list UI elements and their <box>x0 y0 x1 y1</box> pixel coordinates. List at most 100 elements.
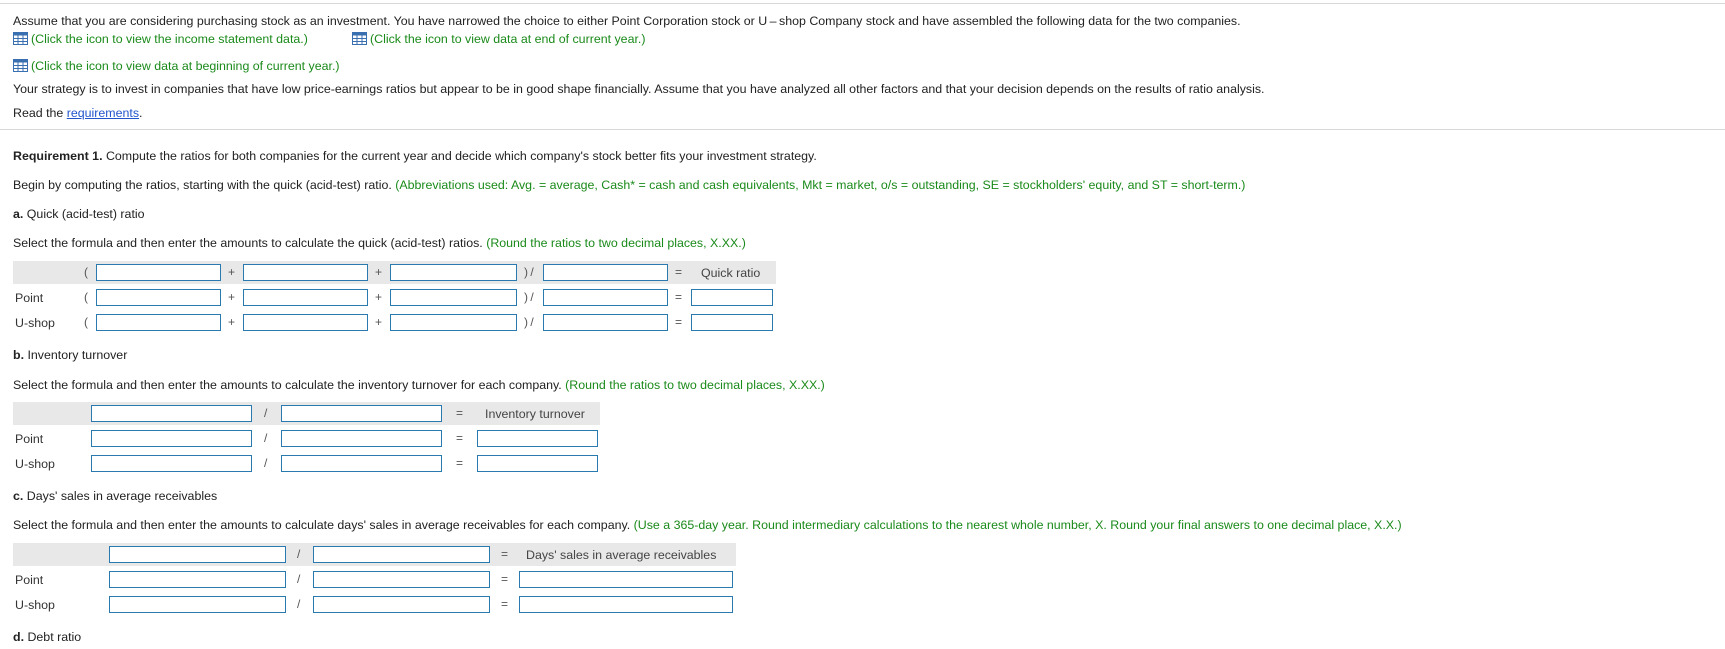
point-quick-denominator[interactable] <box>543 289 668 306</box>
ushop-days-sales-denominator[interactable] <box>313 596 490 613</box>
table-grid-icon <box>352 32 367 45</box>
requirement-1-label: Requirement 1. <box>13 149 103 163</box>
intro-text: Assume that you are considering purchasi… <box>13 14 1241 28</box>
section-b-round-note: (Round the ratios to two decimal places,… <box>565 378 825 392</box>
section-a-instruction-text: Select the formula and then enter the am… <box>13 236 483 250</box>
abbreviations-note: (Abbreviations used: Avg. = average, Cas… <box>395 178 1246 192</box>
ushop-quick-denominator[interactable] <box>543 314 668 331</box>
ushop-days-sales-numerator[interactable] <box>109 596 286 613</box>
section-a-instruction: Select the formula and then enter the am… <box>13 236 746 250</box>
divide-sign: / <box>264 456 268 470</box>
section-b-instruction: Select the formula and then enter the am… <box>13 378 825 392</box>
ushop-quick-term-2[interactable] <box>243 314 368 331</box>
equals-sign: = <box>501 572 509 586</box>
section-b-letter: b. <box>13 348 25 362</box>
ushop-days-sales-result[interactable] <box>519 596 733 613</box>
days-sales-formula-numerator[interactable] <box>109 546 286 563</box>
begin-instruction: Begin by computing the ratios, starting … <box>13 178 1245 192</box>
inventory-formula-denominator[interactable] <box>281 405 442 422</box>
begin-year-data-link[interactable]: (Click the icon to view data at beginnin… <box>13 59 340 73</box>
divide-sign: ) / <box>524 265 534 279</box>
point-days-sales-result[interactable] <box>519 571 733 588</box>
plus-sign: + <box>228 265 236 279</box>
income-statement-link-text: (Click the icon to view the income state… <box>31 32 308 46</box>
section-c-letter: c. <box>13 489 24 503</box>
quick-formula-term-2[interactable] <box>243 264 368 281</box>
point-quick-ratio-result[interactable] <box>691 289 773 306</box>
equals-sign: = <box>456 406 464 420</box>
section-a-title: Quick (acid-test) ratio <box>23 207 145 221</box>
inventory-turnover-label: Inventory turnover <box>485 407 585 421</box>
section-c-heading: c. Days' sales in average receivables <box>13 489 217 503</box>
equals-sign: = <box>675 265 683 279</box>
ushop-inventory-result[interactable] <box>477 455 598 472</box>
ushop-quick-ratio-result[interactable] <box>691 314 773 331</box>
plus-sign: + <box>375 290 383 304</box>
row-label-point: Point <box>15 432 44 446</box>
point-inventory-numerator[interactable] <box>91 430 252 447</box>
days-sales-formula-denominator[interactable] <box>313 546 490 563</box>
plus-sign: + <box>375 265 383 279</box>
strategy-text: Your strategy is to invest in companies … <box>13 82 1265 96</box>
quick-formula-term-1[interactable] <box>96 264 221 281</box>
begin-year-data-link-text: (Click the icon to view data at beginnin… <box>31 59 340 73</box>
requirement-1: Requirement 1. Compute the ratios for bo… <box>13 149 817 163</box>
equals-sign: = <box>675 315 683 329</box>
requirements-link[interactable]: requirements <box>67 106 139 120</box>
end-year-data-link-text: (Click the icon to view data at end of c… <box>370 32 646 46</box>
quick-formula-denominator[interactable] <box>543 264 668 281</box>
point-days-sales-numerator[interactable] <box>109 571 286 588</box>
section-a-round-note: (Round the ratios to two decimal places,… <box>486 236 746 250</box>
section-c-round-note: (Use a 365-day year. Round intermediary … <box>633 518 1402 532</box>
ushop-inventory-denominator[interactable] <box>281 455 442 472</box>
quick-formula-term-3[interactable] <box>390 264 517 281</box>
top-divider <box>0 3 1725 4</box>
end-year-data-link[interactable]: (Click the icon to view data at end of c… <box>352 32 645 46</box>
table-grid-icon <box>13 32 28 45</box>
section-b-instruction-text: Select the formula and then enter the am… <box>13 378 562 392</box>
read-prefix: Read the <box>13 106 67 120</box>
section-c-title: Days' sales in average receivables <box>23 489 218 503</box>
days-sales-label: Days' sales in average receivables <box>526 548 717 562</box>
point-inventory-denominator[interactable] <box>281 430 442 447</box>
quick-ratio-label: Quick ratio <box>701 266 761 280</box>
divide-sign: ) / <box>524 290 534 304</box>
divide-sign: / <box>264 406 268 420</box>
section-a-heading: a. Quick (acid-test) ratio <box>13 207 145 221</box>
point-quick-term-3[interactable] <box>390 289 517 306</box>
section-c-instruction: Select the formula and then enter the am… <box>13 518 1402 532</box>
equals-sign: = <box>456 431 464 445</box>
divide-sign: / <box>264 431 268 445</box>
equals-sign: = <box>501 547 509 561</box>
read-suffix: . <box>139 106 143 120</box>
ushop-inventory-numerator[interactable] <box>91 455 252 472</box>
point-days-sales-denominator[interactable] <box>313 571 490 588</box>
section-b-heading: b. Inventory turnover <box>13 348 127 362</box>
section-b-title: Inventory turnover <box>24 348 128 362</box>
plus-sign: + <box>375 315 383 329</box>
point-quick-term-1[interactable] <box>96 289 221 306</box>
open-paren: ( <box>84 315 88 329</box>
section-divider <box>0 129 1725 130</box>
section-a-letter: a. <box>13 207 24 221</box>
begin-text: Begin by computing the ratios, starting … <box>13 178 392 192</box>
ushop-quick-term-3[interactable] <box>390 314 517 331</box>
read-requirements: Read the requirements. <box>13 106 143 120</box>
row-label-point: Point <box>15 291 44 305</box>
income-statement-link[interactable]: (Click the icon to view the income state… <box>13 32 308 46</box>
section-c-instruction-text: Select the formula and then enter the am… <box>13 518 631 532</box>
inventory-formula-numerator[interactable] <box>91 405 252 422</box>
row-label-ushop: U-shop <box>15 457 55 471</box>
open-paren: ( <box>84 265 88 279</box>
equals-sign: = <box>456 456 464 470</box>
point-quick-term-2[interactable] <box>243 289 368 306</box>
table-grid-icon <box>13 59 28 72</box>
divide-sign: / <box>297 597 301 611</box>
point-inventory-result[interactable] <box>477 430 598 447</box>
row-label-point: Point <box>15 573 44 587</box>
plus-sign: + <box>228 315 236 329</box>
row-label-ushop: U-shop <box>15 316 55 330</box>
row-label-ushop: U-shop <box>15 598 55 612</box>
section-d-title: Debt ratio <box>24 630 82 644</box>
ushop-quick-term-1[interactable] <box>96 314 221 331</box>
